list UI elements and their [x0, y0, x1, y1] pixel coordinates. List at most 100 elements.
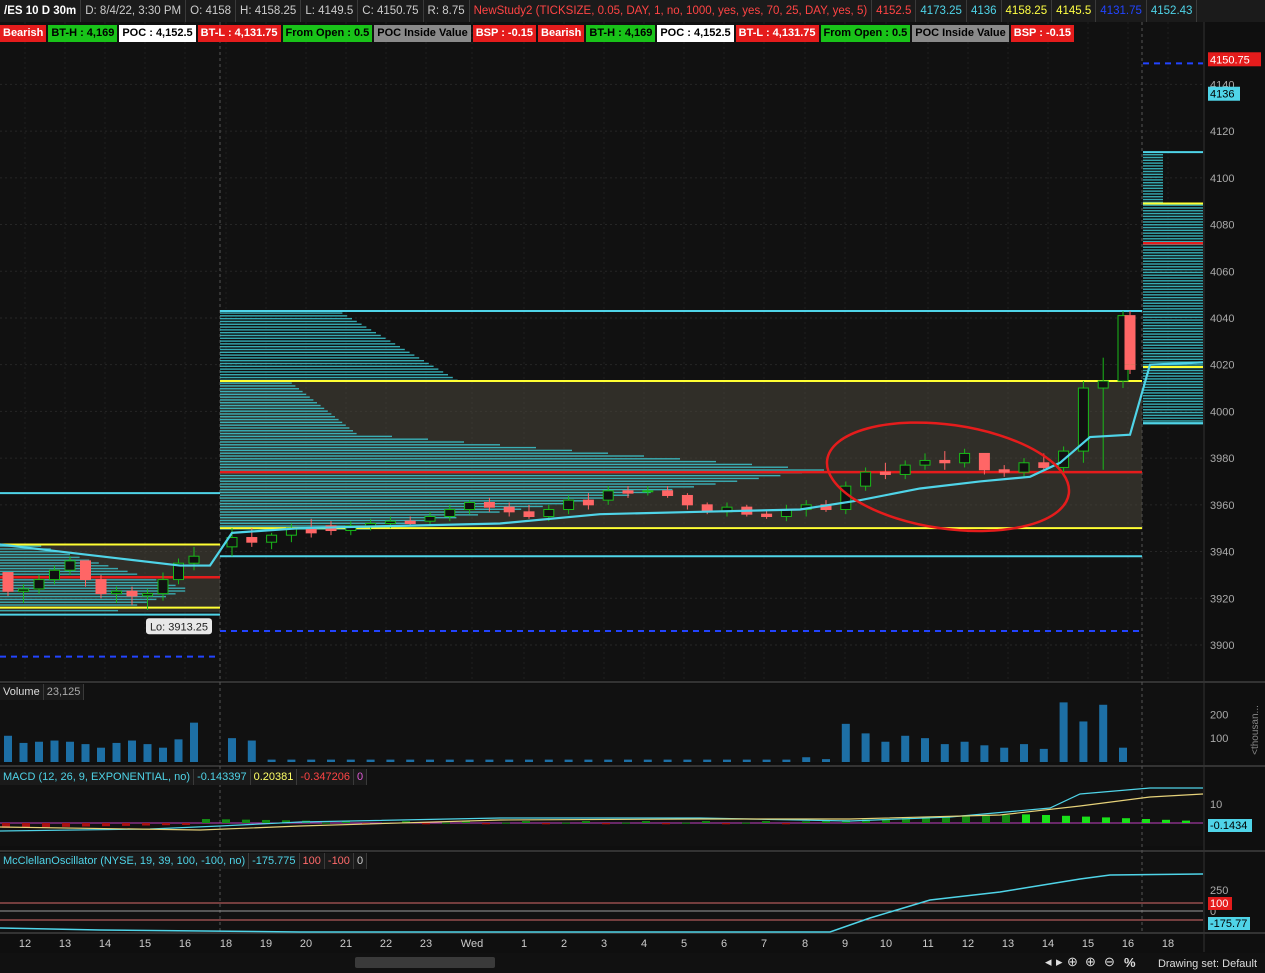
price-tick-label: 4060	[1210, 266, 1234, 278]
price-tick-label: 3980	[1210, 453, 1234, 465]
x-tick-label: 13	[59, 938, 71, 950]
volume-profile-bar-day3	[1143, 252, 1203, 254]
macd-histogram-bar	[482, 823, 490, 825]
volume-bar	[327, 759, 335, 762]
volume-profile-bar	[220, 466, 788, 468]
volume-bar	[426, 759, 434, 762]
volume-bar	[66, 741, 74, 762]
candle-body	[681, 494, 693, 506]
percent-toggle[interactable]: %	[1124, 955, 1136, 970]
volume-profile-bar-day3	[1143, 409, 1203, 411]
volume-profile-bar-day3	[1143, 403, 1203, 405]
zoom-out-icon[interactable]: ⊖	[1104, 954, 1115, 970]
candle-body	[246, 537, 258, 543]
volume-profile-bar-day3	[1143, 296, 1203, 299]
volume-profile-bar-day3	[1143, 313, 1203, 316]
macd-histogram-bar	[222, 819, 230, 823]
macd-histogram-bar	[742, 822, 750, 824]
macd-pane-label: MACD (12, 26, 9, EXPONENTIAL, no) -0.143…	[0, 769, 368, 785]
volume-profile-bar	[220, 348, 405, 351]
volume-profile-bar-day3	[1143, 375, 1203, 377]
drawing-set-label[interactable]: Drawing set: Default	[1158, 958, 1257, 970]
candle-body	[188, 555, 200, 564]
scroll-right-icon[interactable]: ▸	[1056, 954, 1063, 970]
volume-profile-bar-day3	[1143, 294, 1203, 296]
volume-bar	[525, 759, 533, 762]
macd-histogram-bar	[702, 821, 710, 823]
x-tick-label: 16	[1122, 938, 1134, 950]
volume-profile-bar-day3	[1143, 400, 1203, 403]
volume-profile-bar	[220, 331, 376, 334]
volume-profile-bar	[220, 312, 343, 314]
volume-bar	[1099, 704, 1108, 762]
volume-profile-bar	[220, 360, 424, 362]
volume-bar	[1039, 748, 1048, 762]
volume-profile-bar-day3	[1143, 229, 1203, 232]
macd-histogram-bar	[762, 821, 770, 823]
price-badge-text: 4150.75	[1210, 54, 1250, 66]
mcclellan-lower: -100	[325, 853, 354, 869]
volume-profile-bar-day3	[1143, 179, 1163, 181]
study-label[interactable]: NewStudy2 (TICKSIZE, 0.05, DAY, 1, no, 1…	[470, 0, 873, 22]
volume-profile-bar-day3	[1143, 369, 1203, 372]
price-tick-label: 3960	[1210, 500, 1234, 512]
x-tick-label: 11	[922, 938, 933, 950]
volume-profile-bar-day3	[1143, 322, 1203, 324]
volume-profile-bar	[220, 519, 435, 522]
macd-histogram-bar	[1122, 818, 1130, 823]
volume-profile-bar-day3	[1143, 392, 1203, 394]
crosshair-icon[interactable]: ⊕	[1067, 954, 1078, 970]
study-label-chip: BT-L : 4,131.75	[197, 25, 281, 42]
volume-bar	[190, 722, 198, 762]
study-label-chip: Bearish	[538, 25, 585, 42]
mcclellan-upper-badge-text: 100	[1210, 898, 1228, 910]
volume-profile-bar-day3	[1143, 221, 1203, 223]
volume-profile-bar-day3	[1143, 215, 1203, 218]
volume-profile-bar-day3	[1143, 344, 1203, 346]
macd-zero: 0	[354, 769, 368, 785]
macd-histogram-bar	[982, 815, 990, 823]
volume-profile-bar	[220, 514, 478, 516]
volume-bar	[940, 744, 949, 762]
volume-profile-bar-day3	[1143, 168, 1163, 170]
volume-profile-bar	[220, 320, 357, 323]
volume-profile-bar	[220, 399, 314, 401]
zoom-in-icon[interactable]: ⊕	[1085, 954, 1096, 970]
macd-histogram-bar	[502, 822, 510, 824]
macd-histogram-bar	[142, 823, 150, 826]
volume-pane-label: Volume 23,125	[0, 684, 85, 700]
chart-canvas[interactable]: 3900392039403960398040004020404040604080…	[0, 0, 1265, 973]
x-tick-label: 5	[681, 938, 687, 950]
candle-body	[959, 452, 971, 464]
volume-profile-bar-day3	[1143, 280, 1203, 282]
volume-bar	[802, 757, 811, 762]
volume-profile-bar-day3	[1143, 350, 1203, 352]
volume-profile-bar-day3	[1143, 395, 1203, 397]
symbol-label[interactable]: /ES 10 D 30m	[0, 0, 82, 22]
macd-histogram-bar	[1142, 819, 1150, 823]
volume-profile-bar	[220, 460, 716, 463]
volume-profile-bar	[220, 502, 565, 505]
volume-bar	[1119, 747, 1127, 762]
scroll-left-icon[interactable]: ◂	[1045, 954, 1052, 970]
volume-profile-bar-day3	[1143, 417, 1203, 419]
volume-tick-label: 100	[1210, 733, 1228, 745]
volume-profile-bar-day1	[0, 604, 138, 606]
volume-profile-bar	[220, 354, 415, 356]
volume-profile-bar	[220, 382, 292, 384]
macd-histogram-bar	[1102, 817, 1110, 823]
volume-profile-bar-day3	[1143, 176, 1163, 178]
volume-bar	[663, 759, 672, 762]
volume-profile-bar-day3	[1143, 358, 1203, 361]
macd-histogram-bar	[1082, 816, 1090, 823]
x-tick-label: 14	[99, 938, 111, 950]
volume-profile-bar	[220, 388, 299, 390]
x-tick-label: 23	[420, 938, 432, 950]
volume-bar	[465, 759, 474, 762]
x-tick-label: 8	[802, 938, 808, 950]
volume-profile-bar-day3	[1143, 224, 1203, 226]
x-tick-label: 9	[842, 938, 848, 950]
volume-bar	[762, 759, 771, 762]
horizontal-scrollbar[interactable]	[355, 957, 495, 968]
volume-profile-bar	[220, 477, 759, 480]
